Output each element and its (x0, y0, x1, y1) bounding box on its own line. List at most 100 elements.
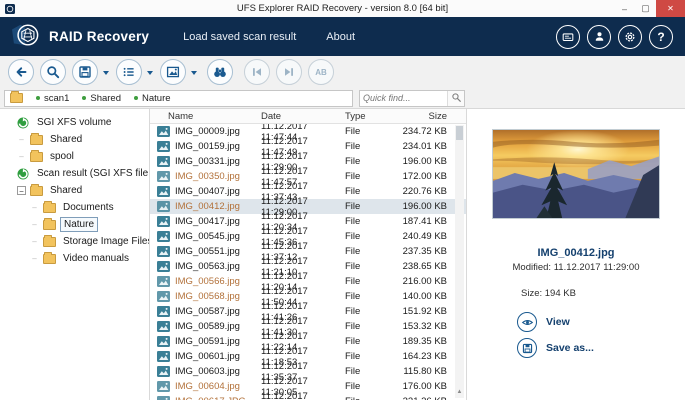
breadcrumb-item[interactable]: Nature (134, 93, 171, 104)
tree-branch-icon: – (17, 152, 26, 161)
save-button[interactable] (72, 59, 98, 85)
prev-item-button (244, 59, 270, 85)
step-back-icon (249, 64, 265, 80)
file-type: File (345, 126, 391, 137)
menu-about[interactable]: About (326, 31, 355, 43)
main-area: SGI XFS volume–Shared–spoolScan result (… (0, 108, 685, 400)
tree-item-nature[interactable]: –Nature (0, 216, 149, 233)
quick-find-input[interactable] (360, 93, 447, 103)
image-tools-button[interactable] (160, 59, 186, 85)
file-size: 220.76 KB (391, 186, 451, 197)
tree-item-documents[interactable]: –Documents (0, 199, 149, 216)
tree-item-shared[interactable]: –Shared (0, 131, 149, 148)
svg-text:AB: AB (315, 68, 327, 77)
file-type: File (345, 216, 391, 227)
folder-tree: SGI XFS volume–Shared–spoolScan result (… (0, 109, 150, 400)
column-header-name[interactable]: Name (150, 111, 261, 122)
preview-size: Size: 194 KB (467, 288, 576, 299)
image-file-icon (157, 306, 170, 317)
tree-item-spool[interactable]: –spool (0, 148, 149, 165)
breadcrumb-item[interactable]: scan1 (36, 93, 69, 104)
tree-item-label: Documents (60, 201, 117, 214)
magnifier-icon (451, 91, 462, 106)
image-file-icon (157, 186, 170, 197)
image-file-icon (157, 171, 170, 182)
folder-icon (30, 152, 43, 162)
view-options-button-dropdown-caret-icon[interactable] (147, 71, 153, 78)
close-button[interactable]: ✕ (656, 0, 685, 17)
minimize-button[interactable]: – (614, 0, 635, 17)
breadcrumb-item-label: Shared (90, 93, 121, 104)
floppy-icon (77, 64, 93, 80)
file-size: 172.00 KB (391, 171, 451, 182)
file-name: IMG_00417.jpg (175, 216, 240, 227)
file-size: 196.00 KB (391, 156, 451, 167)
next-item-button (276, 59, 302, 85)
menu-load-saved-scan-result[interactable]: Load saved scan result (183, 31, 296, 43)
column-header-size[interactable]: Size (391, 111, 451, 122)
view-button-label: View (546, 316, 570, 328)
breadcrumb-item-label: scan1 (44, 93, 69, 104)
scrollbar-thumb[interactable] (456, 126, 463, 140)
eye-icon (517, 312, 537, 332)
vertical-scrollbar[interactable]: ▲ (455, 125, 464, 398)
find-button[interactable] (207, 59, 233, 85)
tree-branch-icon: – (30, 237, 39, 246)
save-as-button-label: Save as... (546, 342, 594, 354)
green-dot-icon (82, 96, 86, 100)
help-icon[interactable]: ? (649, 25, 673, 49)
tree-item-label: Video manuals (60, 252, 132, 265)
settings-gear-icon[interactable] (618, 25, 642, 49)
file-name: IMG_00412.jpg (175, 201, 240, 212)
save-as-button[interactable]: Save as... (517, 338, 594, 358)
view-button[interactable]: View (517, 312, 594, 332)
picture-icon (165, 64, 181, 80)
tree-item-label: SGI XFS volume (34, 116, 114, 129)
file-type: File (345, 201, 391, 212)
tree-item-shared[interactable]: −Shared (0, 182, 149, 199)
modified-label: Modified: (513, 262, 552, 273)
file-size: 189.35 KB (391, 336, 451, 347)
maximize-button[interactable]: ▢ (635, 0, 656, 17)
tree-item-sgi-xfs-volume[interactable]: SGI XFS volume (0, 114, 149, 131)
tree-item-video-manuals[interactable]: – Video manuals (0, 250, 149, 267)
file-name: IMG_00331.jpg (175, 156, 240, 167)
volume-icon (17, 117, 30, 129)
tree-item-label: Shared (47, 133, 85, 146)
file-type: File (345, 156, 391, 167)
encoding-button: AB (308, 59, 334, 85)
view-options-button[interactable] (116, 59, 142, 85)
toolbar: AB (0, 56, 685, 88)
file-size: 234.01 KB (391, 141, 451, 152)
file-type: File (345, 336, 391, 347)
tree-item-label: Shared (47, 184, 85, 197)
tree-branch-icon: – (30, 254, 39, 263)
preview-panel: IMG_00412.jpg Modified: 11.12.2017 11:29… (466, 109, 685, 400)
image-tools-button-dropdown-caret-icon[interactable] (191, 71, 197, 78)
scroll-up-arrow-icon[interactable]: ▲ (455, 389, 464, 395)
file-list-panel: Name Date Type Size IMG_00009.jpg11.12.2… (150, 109, 466, 400)
file-type: File (345, 396, 391, 400)
user-icon[interactable] (587, 25, 611, 49)
license-card-icon[interactable] (556, 25, 580, 49)
column-header-type[interactable]: Type (345, 111, 391, 122)
tree-item-storage-image-files[interactable]: –Storage Image Files (0, 233, 149, 250)
tree-item-scan-result-sgi-xfs-file-system-3-72-gb[interactable]: Scan result (SGI XFS file system; 3.72 G… (0, 165, 149, 182)
image-file-icon (157, 291, 170, 302)
back-button[interactable] (8, 59, 34, 85)
image-file-icon (157, 156, 170, 167)
column-header-date[interactable]: Date (261, 111, 345, 122)
file-size: 151.92 KB (391, 306, 451, 317)
file-type: File (345, 261, 391, 272)
magnifier-icon (45, 64, 61, 80)
file-row[interactable]: IMG_00617.JPG11.12.2017 11:30:35File221.… (150, 394, 466, 400)
save-button-dropdown-caret-icon[interactable] (103, 71, 109, 78)
file-name: IMG_00589.jpg (175, 321, 240, 332)
file-type: File (345, 276, 391, 287)
scan-button[interactable] (40, 59, 66, 85)
brand: RAID Recovery (10, 22, 149, 52)
breadcrumb-item[interactable]: Shared (82, 93, 121, 104)
arrow-left-icon (13, 64, 29, 80)
quick-find-search-button[interactable] (447, 91, 464, 106)
volume-icon (17, 168, 30, 180)
